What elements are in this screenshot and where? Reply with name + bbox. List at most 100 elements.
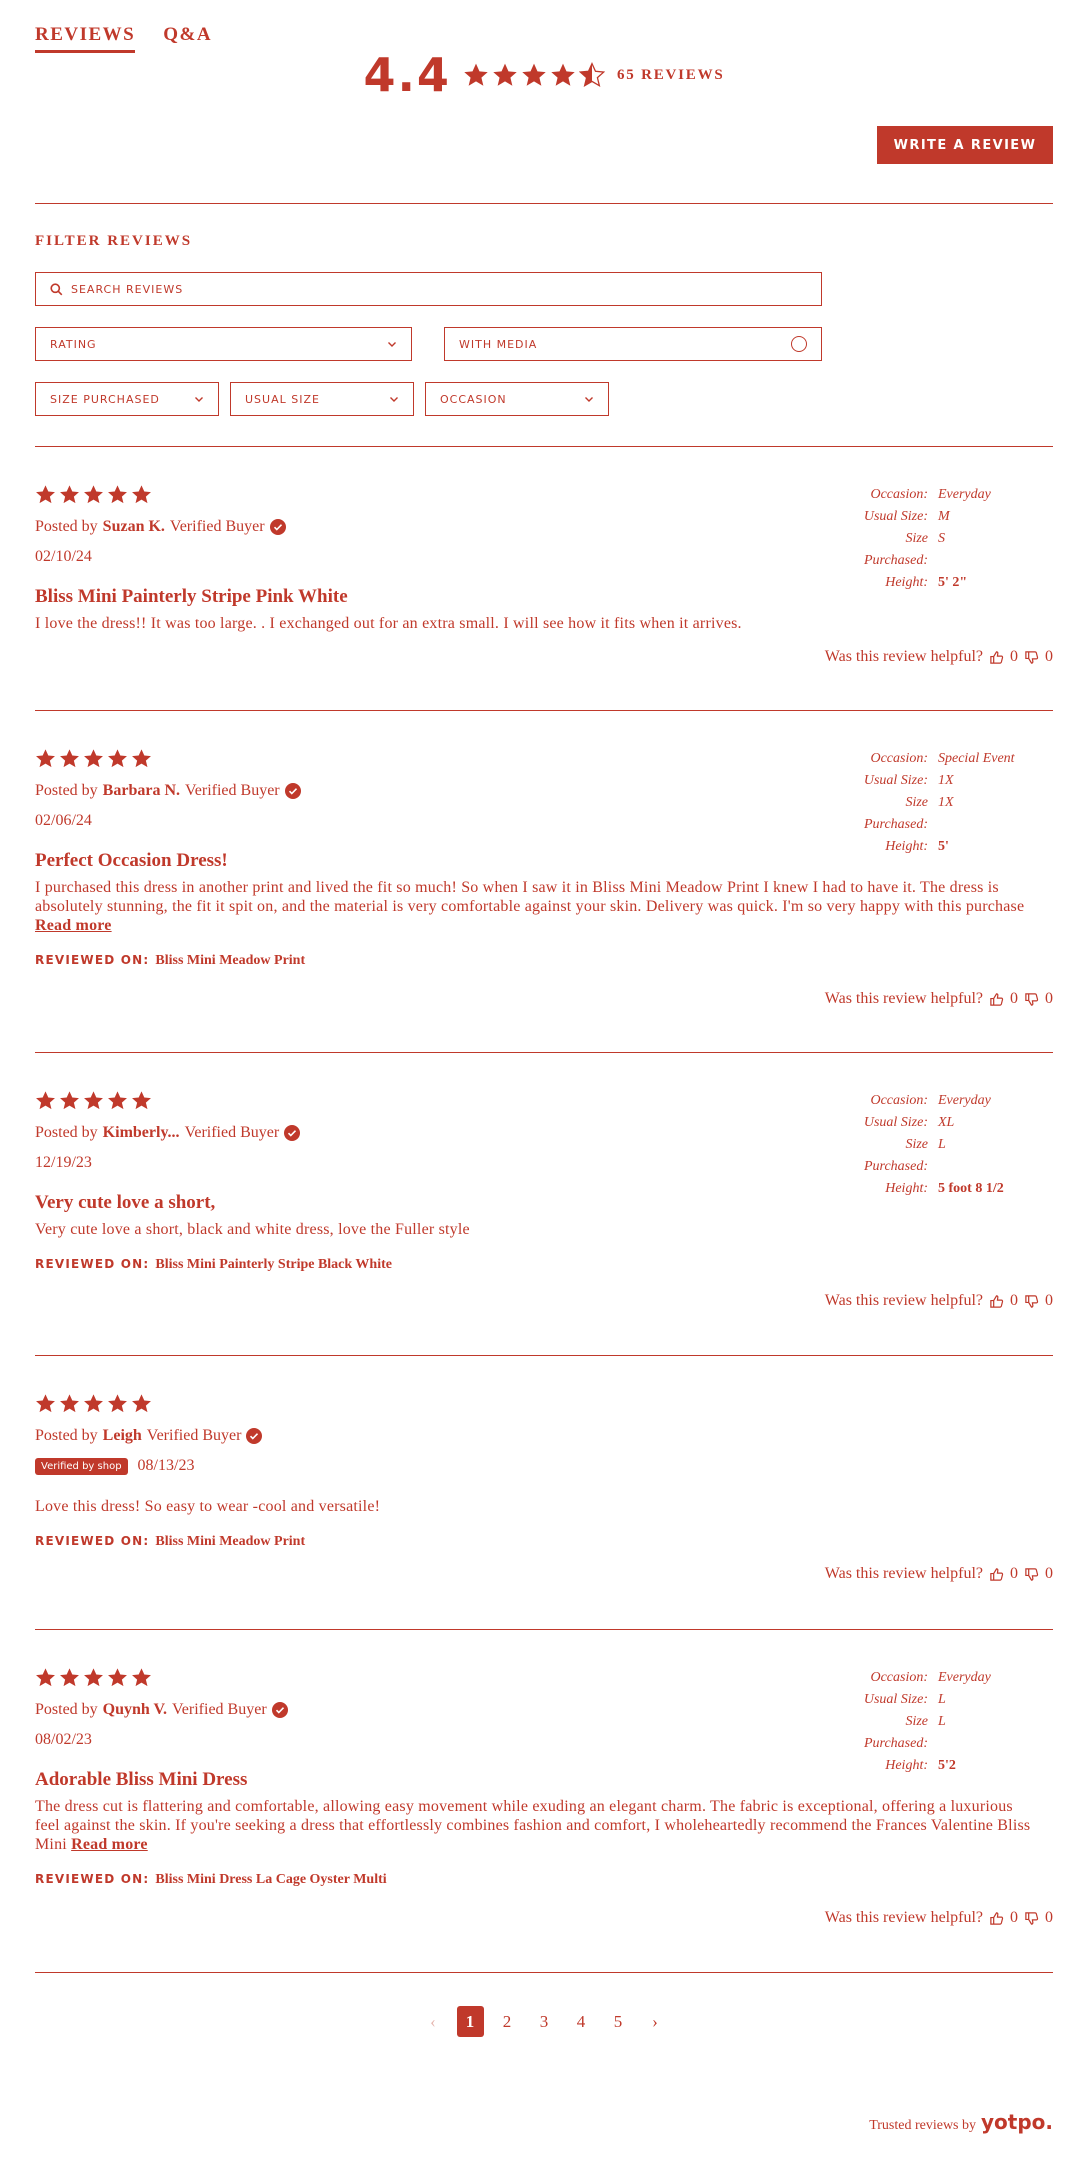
star-icon: [35, 1393, 56, 1414]
with-media-label: WITH MEDIA: [459, 337, 538, 351]
thumbs-up-icon[interactable]: [989, 1911, 1004, 1926]
read-more-link[interactable]: Read more: [35, 917, 112, 934]
usual-size-dropdown[interactable]: USUAL SIZE: [230, 382, 414, 416]
star-icon: [59, 748, 80, 769]
height-key: Height:: [885, 839, 928, 854]
star-icon: [83, 1090, 104, 1111]
star-icon: [35, 484, 56, 505]
helpful-down-count: 0: [1045, 1292, 1053, 1309]
page-button-3[interactable]: 3: [531, 2006, 558, 2037]
review-attributes: Occasion: Everyday Usual Size: L Size Purc…: [843, 1667, 1043, 1777]
usual-size-key: Usual Size:: [863, 509, 928, 524]
star-icon: [35, 1090, 56, 1111]
helpful-up-count: 0: [1010, 1292, 1018, 1309]
helpful-down-count: 0: [1045, 648, 1053, 665]
review-stars: [35, 484, 152, 505]
next-page-button[interactable]: ›: [642, 2006, 669, 2037]
write-review-button[interactable]: WRITE A REVIEW: [877, 126, 1053, 164]
thumbs-up-icon[interactable]: [989, 1567, 1004, 1582]
star-icon: [131, 1667, 152, 1688]
posted-by-label: Posted by: [35, 782, 98, 799]
review-body: I purchased this dress in another print …: [35, 878, 1035, 935]
thumbs-up-icon[interactable]: [989, 650, 1004, 665]
size-purchased-dropdown[interactable]: SIZE PURCHASED: [35, 382, 219, 416]
thumbs-up-icon[interactable]: [989, 1294, 1004, 1309]
helpful-row: Was this review helpful? 0 0: [825, 648, 1053, 666]
star-icon: [131, 484, 152, 505]
with-media-radio[interactable]: [791, 336, 807, 352]
star-icon: [463, 62, 489, 88]
thumbs-down-icon[interactable]: [1024, 992, 1039, 1007]
star-icon: [59, 1090, 80, 1111]
review-item: Posted by Barbara N. Verified Buyer 02/0…: [35, 748, 1053, 1007]
reviewed-product[interactable]: Bliss Mini Meadow Print: [155, 953, 305, 969]
search-input[interactable]: SEARCH REVIEWS: [35, 272, 822, 306]
review-body: Love this dress! So easy to wear -cool a…: [35, 1498, 381, 1515]
reviewed-on-label: REVIEWED ON:: [35, 1872, 150, 1886]
star-icon: [107, 1393, 128, 1414]
reviewed-product[interactable]: Bliss Mini Dress La Cage Oyster Multi: [155, 1872, 386, 1888]
thumbs-up-icon[interactable]: [989, 992, 1004, 1007]
thumbs-down-icon[interactable]: [1024, 1294, 1039, 1309]
posted-by-label: Posted by: [35, 1701, 98, 1718]
size-purchased-label: SIZE PURCHASED: [50, 392, 160, 406]
height-key: Height:: [885, 1758, 928, 1773]
star-icon: [83, 748, 104, 769]
reviewed-on: REVIEWED ON: Bliss Mini Dress La Cage Oy…: [35, 1872, 1053, 1888]
usual-size-value: M: [938, 509, 950, 524]
reviewed-product[interactable]: Bliss Mini Painterly Stripe Black White: [155, 1257, 392, 1273]
helpful-label: Was this review helpful?: [824, 1909, 983, 1926]
thumbs-down-icon[interactable]: [1024, 650, 1039, 665]
page-button-5[interactable]: 5: [605, 2006, 632, 2037]
helpful-down-count: 0: [1045, 1565, 1053, 1582]
occasion-key: Occasion:: [870, 1093, 928, 1108]
review-stars: [35, 1393, 152, 1414]
reviewed-on-label: REVIEWED ON:: [35, 1257, 150, 1271]
with-media-toggle[interactable]: WITH MEDIA: [444, 327, 822, 361]
usual-size-value: XL: [938, 1115, 955, 1130]
rating-dropdown-label: RATING: [50, 337, 97, 351]
occasion-key: Occasion:: [870, 1670, 928, 1685]
reviewed-on: REVIEWED ON: Bliss Mini Meadow Print: [35, 953, 1053, 969]
verified-check-icon: [284, 1125, 300, 1141]
helpful-up-count: 0: [1010, 990, 1018, 1007]
verified-buyer-label: Verified Buyer: [146, 1427, 242, 1444]
occasion-dropdown[interactable]: OCCASION: [425, 382, 609, 416]
review-attributes: Occasion: Everyday Usual Size: M Size Purc…: [843, 484, 1043, 594]
size-purchased-key: Size Purchased:: [863, 1714, 928, 1751]
occasion-value: Everyday: [938, 1670, 991, 1685]
rating-dropdown[interactable]: RATING: [35, 327, 412, 361]
chevron-down-icon: [387, 339, 397, 349]
yotpo-logo[interactable]: yotpo.: [981, 2110, 1053, 2134]
reviewed-on-label: REVIEWED ON:: [35, 1534, 150, 1548]
size-purchased-value: S: [938, 531, 945, 546]
helpful-down-count: 0: [1045, 990, 1053, 1007]
reviewed-product[interactable]: Bliss Mini Meadow Print: [155, 1534, 305, 1550]
height-value: 5' 2": [938, 575, 968, 590]
divider: [35, 203, 1053, 204]
usual-size-value: L: [938, 1692, 946, 1707]
page-button-2[interactable]: 2: [494, 2006, 521, 2037]
prev-page-button[interactable]: ‹: [420, 2006, 447, 2037]
review-item: Posted by Kimberly... Verified Buyer 12/…: [35, 1090, 1053, 1309]
size-purchased-value: 1X: [938, 795, 954, 810]
usual-size-key: Usual Size:: [863, 773, 928, 788]
star-icon: [107, 1667, 128, 1688]
usual-size-key: Usual Size:: [863, 1692, 928, 1707]
occasion-key: Occasion:: [870, 487, 928, 502]
review-date-line: Verified by shop 08/13/23: [35, 1457, 1053, 1475]
page-button-1[interactable]: 1: [456, 2006, 484, 2037]
review-count[interactable]: 65 REVIEWS: [617, 67, 725, 84]
reviewed-on-label: REVIEWED ON:: [35, 953, 150, 967]
thumbs-down-icon[interactable]: [1024, 1911, 1039, 1926]
usual-size-key: Usual Size:: [863, 1115, 928, 1130]
helpful-label: Was this review helpful?: [824, 1292, 983, 1309]
size-purchased-key: Size Purchased:: [863, 1137, 928, 1174]
thumbs-down-icon[interactable]: [1024, 1567, 1039, 1582]
occasion-value: Everyday: [938, 1093, 991, 1108]
page-button-4[interactable]: 4: [568, 2006, 595, 2037]
verified-check-icon: [272, 1702, 288, 1718]
occasion-key: Occasion:: [870, 751, 928, 766]
read-more-link[interactable]: Read more: [71, 1836, 148, 1853]
trusted-reviews-footer: Trusted reviews by yotpo.: [869, 2110, 1053, 2134]
